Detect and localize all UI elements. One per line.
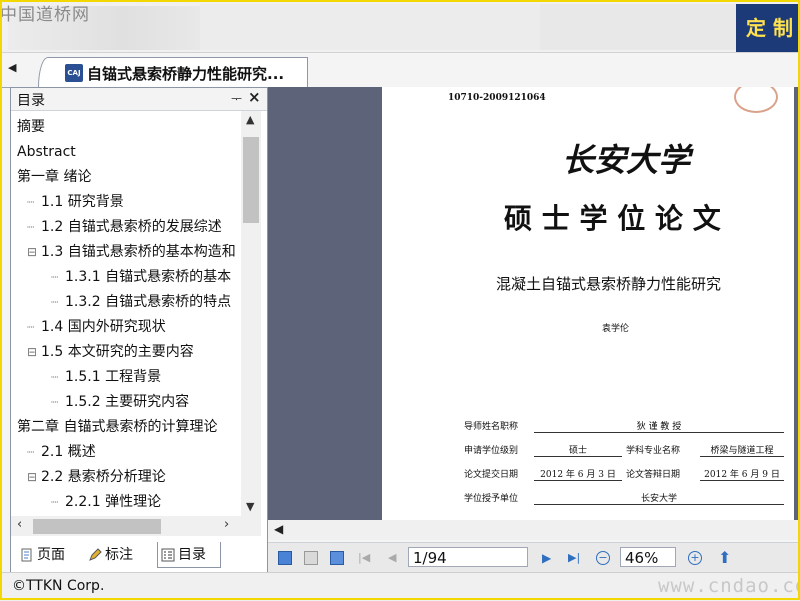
window-frame — [0, 0, 800, 600]
